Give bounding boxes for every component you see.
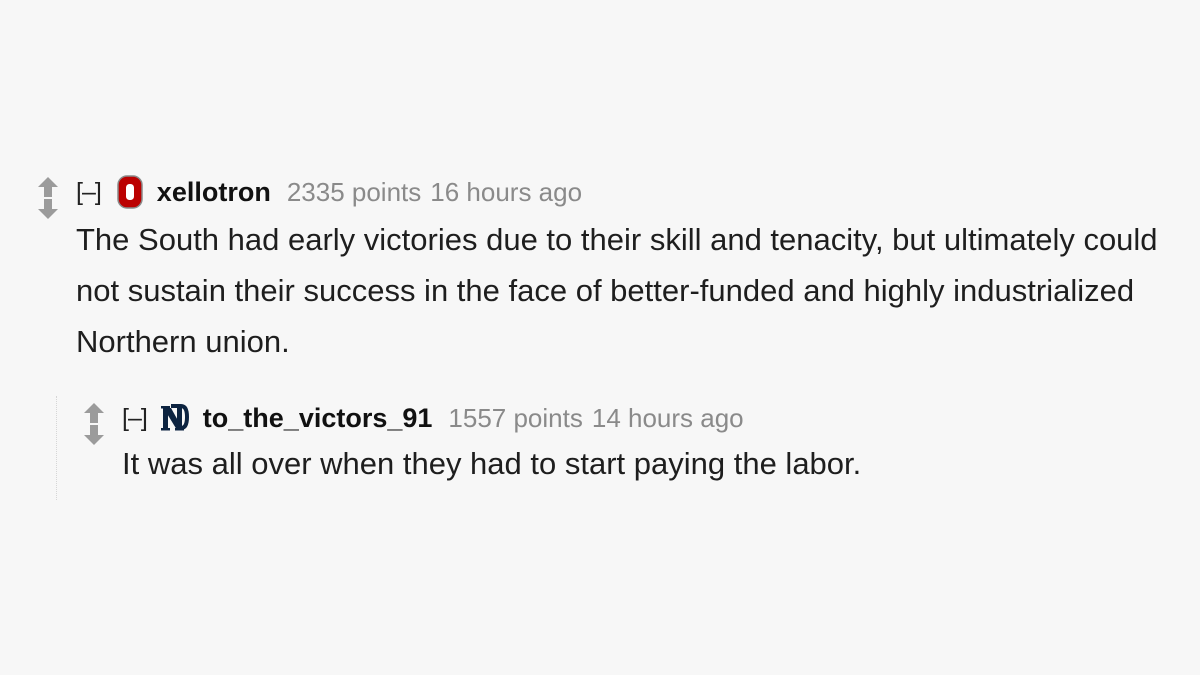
comment-entry: [–] to_the_victors_91 1557 points 14 hou…	[122, 398, 1122, 489]
comment-body: The South had early victories due to the…	[76, 222, 1158, 359]
comment-entry: [–] xellotron 2335 points 16 hours ago T…	[76, 172, 1166, 367]
comment-body: It was all over when they had to start p…	[122, 446, 862, 481]
notre-dame-nd-icon	[160, 404, 189, 431]
reply-indent-line	[56, 396, 57, 500]
author-link[interactable]: xellotron	[157, 177, 271, 208]
comment-tagline: [–] xellotron 2335 points 16 hours ago	[76, 172, 1166, 212]
comment-thread: [–] xellotron 2335 points 16 hours ago T…	[0, 0, 1200, 675]
upvote-arrow-icon[interactable]	[37, 176, 59, 198]
downvote-arrow-icon[interactable]	[83, 424, 105, 446]
collapse-toggle[interactable]: [–]	[122, 404, 148, 433]
comment-reply: [–] to_the_victors_91 1557 points 14 hou…	[80, 398, 1122, 489]
upvote-arrow-icon[interactable]	[83, 402, 105, 424]
comment: [–] xellotron 2335 points 16 hours ago T…	[34, 172, 1166, 367]
ohio-state-block-o-icon	[117, 175, 143, 209]
author-link[interactable]: to_the_victors_91	[203, 403, 433, 434]
vote-controls	[80, 402, 108, 446]
timestamp: 16 hours ago	[430, 176, 583, 207]
comment-tagline: [–] to_the_victors_91 1557 points 14 hou…	[122, 398, 1122, 438]
score-text: 2335 points	[286, 176, 422, 207]
downvote-arrow-icon[interactable]	[37, 198, 59, 220]
timestamp: 14 hours ago	[591, 402, 744, 433]
score-text: 1557 points	[448, 402, 583, 433]
collapse-toggle[interactable]: [–]	[76, 178, 102, 207]
vote-controls	[34, 176, 62, 220]
